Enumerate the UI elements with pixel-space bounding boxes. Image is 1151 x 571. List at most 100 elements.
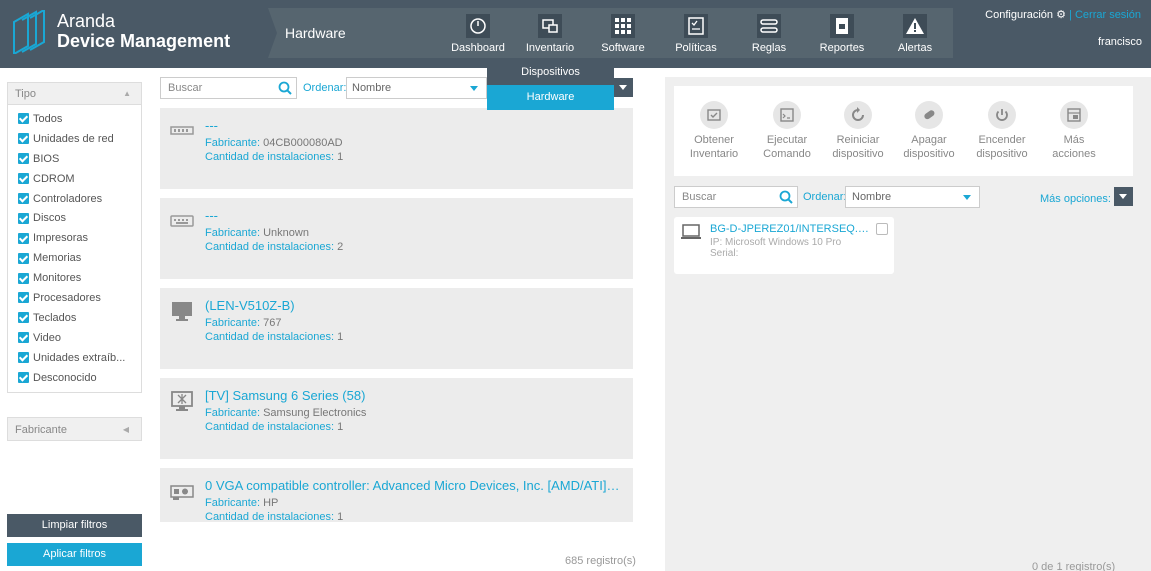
nav-alertas[interactable]: Alertas [885, 14, 945, 58]
checkbox-checked[interactable] [18, 292, 29, 304]
inventario-dropdown: Dispositivos Hardware [487, 60, 614, 110]
checkbox-checked[interactable] [18, 173, 29, 185]
hardware-card[interactable]: [TV] Samsung 6 Series (58) Fabricante: S… [160, 378, 633, 459]
field-label: Fabricante: [205, 137, 261, 149]
checkbox-checked[interactable] [18, 372, 29, 384]
get-inventory-icon [700, 101, 728, 129]
filter-option[interactable]: BIOS [18, 149, 141, 169]
field-value: 1 [337, 331, 344, 343]
hardware-title-link[interactable]: (LEN-V510Z-B) [205, 298, 295, 313]
user-links: Configuración ⚙ | Cerrar sesión [985, 8, 1141, 21]
filter-option[interactable]: CDROM [18, 169, 141, 189]
video-card-icon [170, 485, 194, 500]
search-icon[interactable] [278, 81, 292, 95]
filter-option[interactable]: Memorias [18, 248, 141, 268]
checkbox-checked[interactable] [18, 352, 29, 364]
config-link[interactable]: Configuración [985, 9, 1053, 21]
nav-software[interactable]: Software [593, 14, 653, 58]
filter-option-label: CDROM [33, 172, 75, 185]
device-card[interactable]: BG-D-JPEREZ01/INTERSEQ.LO... IP: Microso… [674, 217, 894, 274]
apply-filters-button[interactable]: Aplicar filtros [7, 543, 142, 566]
field-label: Fabricante: [205, 407, 261, 419]
checkbox-checked[interactable] [18, 193, 29, 204]
dropdown-item-dispositivos[interactable]: Dispositivos [487, 60, 614, 85]
device-name-link[interactable]: BG-D-JPEREZ01/INTERSEQ.LO... [710, 223, 872, 235]
nav-dashboard[interactable]: Dashboard [448, 14, 508, 58]
filter-option-label: Unidades de red [33, 132, 114, 145]
manufacturer-line: Fabricante: 767 [205, 317, 281, 329]
checkbox-checked[interactable] [18, 113, 29, 125]
checkbox-checked[interactable] [18, 252, 29, 264]
hardware-card[interactable]: 0 VGA compatible controller: Advanced Mi… [160, 468, 633, 522]
device-search-input[interactable]: Buscar [674, 186, 798, 208]
brand-product: Device Management [57, 31, 231, 51]
hardware-card[interactable]: (LEN-V510Z-B) Fabricante: 767 Cantidad d… [160, 288, 633, 369]
restart-action[interactable]: Reiniciar dispositivo [818, 101, 898, 161]
field-value: 1 [337, 151, 344, 163]
monitor-icon [172, 302, 192, 321]
filter-option[interactable]: Monitores [18, 268, 141, 288]
nav-label: Reportes [819, 42, 865, 54]
logout-link[interactable]: Cerrar sesión [1075, 9, 1141, 21]
gear-icon[interactable]: ⚙ [1056, 9, 1066, 21]
device-order-select[interactable]: Nombre [845, 186, 980, 208]
hardware-title-link[interactable]: 0 VGA compatible controller: Advanced Mi… [205, 478, 620, 493]
checkbox-checked[interactable] [18, 332, 29, 344]
checkbox-checked[interactable] [18, 232, 29, 244]
checkbox-checked[interactable] [18, 312, 29, 324]
filter-option[interactable]: Controladores [18, 189, 141, 209]
filter-option[interactable]: Desconocido [18, 368, 141, 388]
filter-option[interactable]: Unidades de red [18, 129, 141, 149]
checkbox-checked[interactable] [18, 272, 29, 284]
checkbox-checked[interactable] [18, 153, 29, 165]
checkbox-checked[interactable] [18, 133, 29, 145]
dropdown-item-hardware[interactable]: Hardware [487, 85, 614, 110]
hardware-card[interactable]: --- Fabricante: 04CB000080AD Cantidad de… [160, 108, 633, 189]
shutdown-action[interactable]: Apagar dispositivo [889, 101, 969, 161]
expand-caret-icon[interactable]: ◀ [123, 418, 129, 442]
filter-option[interactable]: Teclados [18, 308, 141, 328]
manufacturer-line: Fabricante: 04CB000080AD [205, 137, 343, 149]
device-more-options-button[interactable] [1114, 187, 1133, 206]
filter-option-label: Monitores [33, 272, 82, 285]
filter-option-label: Controladores [33, 192, 103, 205]
filter-option[interactable]: Video [18, 328, 141, 348]
nav-inventario[interactable]: Inventario [520, 14, 580, 58]
filter-option[interactable]: Unidades extraíb... [18, 348, 141, 368]
action-label: Apagar [911, 134, 947, 146]
action-label: Obtener [694, 134, 734, 146]
type-filter-header[interactable]: Tipo ▲ [8, 83, 141, 105]
filter-option[interactable]: Todos [18, 109, 141, 129]
power-on-action[interactable]: Encender dispositivo [962, 101, 1042, 161]
get-inventory-action[interactable]: Obtener Inventario [674, 101, 754, 161]
run-command-action[interactable]: Ejecutar Comando [747, 101, 827, 161]
action-label: Inventario [689, 148, 739, 160]
hardware-search-input[interactable]: Buscar [160, 77, 297, 99]
search-icon[interactable] [779, 190, 793, 204]
device-serial: Serial: [710, 248, 739, 259]
more-actions-action[interactable]: Más acciones [1034, 101, 1114, 161]
brand-name: Aranda [57, 11, 116, 31]
filter-option[interactable]: Discos [18, 208, 141, 228]
manufacturer-filter-header[interactable]: Fabricante ◀ [7, 417, 142, 441]
collapse-caret-icon[interactable]: ▲ [123, 83, 131, 105]
field-value: 1 [337, 421, 344, 433]
hardware-title-link[interactable]: --- [205, 118, 218, 133]
clear-filters-button[interactable]: Limpiar filtros [7, 514, 142, 537]
action-label: dispositivo [903, 148, 955, 160]
filter-option[interactable]: Procesadores [18, 288, 141, 308]
field-value: 767 [263, 317, 282, 329]
hardware-title-link[interactable]: [TV] Samsung 6 Series (58) [205, 388, 365, 403]
hardware-title-link[interactable]: --- [205, 208, 218, 223]
nav-reglas[interactable]: Reglas [739, 14, 799, 58]
separator: | [1069, 9, 1072, 21]
filter-option[interactable]: Impresoras [18, 228, 141, 248]
order-select[interactable]: Nombre [346, 77, 487, 99]
nav-label: Políticas [675, 42, 717, 54]
checkbox-checked[interactable] [18, 212, 29, 224]
nav-politicas[interactable]: Políticas [666, 14, 726, 58]
more-options-button[interactable] [614, 78, 633, 97]
hardware-card[interactable]: --- Fabricante: Unknown Cantidad de inst… [160, 198, 633, 279]
device-select-checkbox[interactable] [876, 223, 888, 235]
nav-reportes[interactable]: Reportes [812, 14, 872, 58]
